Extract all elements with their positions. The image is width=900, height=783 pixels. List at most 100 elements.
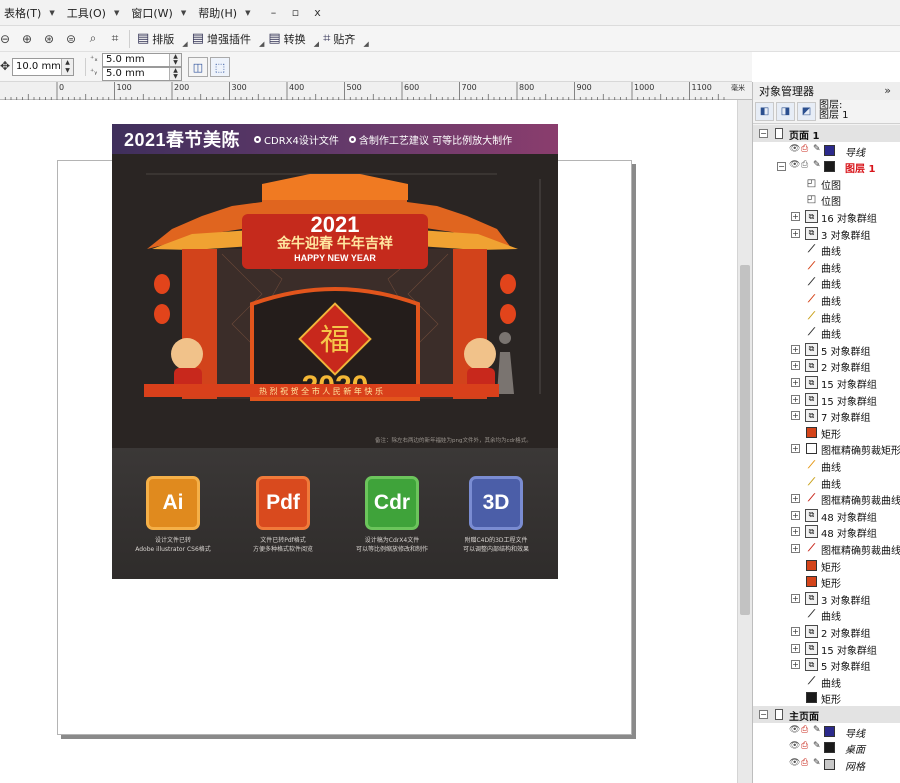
tree-row-group[interactable]: + ⧉ 2 对象群组: [753, 357, 900, 374]
draw-bounding-box-icon[interactable]: ⬚: [210, 57, 230, 77]
snap-button[interactable]: ⌗ 贴齐: [319, 28, 361, 50]
tree-row-layer[interactable]: 👁 ⎙ ✎ 桌面: [753, 739, 900, 756]
expand-icon[interactable]: +: [791, 627, 800, 636]
expand-icon[interactable]: +: [791, 544, 800, 553]
expand-icon[interactable]: +: [791, 344, 800, 354]
tree-row-bitmap[interactable]: ◰ 位图: [753, 175, 900, 192]
layer-color-swatch[interactable]: [824, 758, 835, 770]
expand-icon[interactable]: +: [791, 593, 800, 603]
pencil-icon[interactable]: ✎: [813, 725, 821, 735]
pencil-icon[interactable]: ✎: [813, 160, 821, 170]
zoom-page-icon[interactable]: ⌕: [82, 28, 104, 50]
treat-as-filled-icon[interactable]: ◫: [188, 57, 208, 77]
tree-row-layer-active[interactable]: − 👁 ⎙ ✎ 图层 1: [753, 158, 900, 175]
tree-row-page[interactable]: − 页面 1: [753, 125, 900, 142]
tree-row-curve[interactable]: ⟋ 曲线: [753, 258, 900, 275]
zoom-icon[interactable]: ⊖: [0, 28, 16, 50]
tree-row-curve[interactable]: ⟋ 曲线: [753, 308, 900, 325]
tree-row-layer[interactable]: 👁 ⎙ ✎ 网格: [753, 756, 900, 773]
nudge-distance-input[interactable]: 10.0 mm ▲ ▼: [12, 58, 74, 76]
expand-icon[interactable]: +: [791, 660, 800, 670]
eye-icon[interactable]: 👁: [789, 758, 800, 768]
expand-icon[interactable]: +: [791, 378, 800, 387]
collapse-icon[interactable]: −: [759, 710, 768, 719]
duplicate-x-input[interactable]: 5.0 mm ▲ ▼: [102, 53, 182, 67]
tree-row-curve[interactable]: ⟋ 曲线: [753, 324, 900, 341]
close-button[interactable]: x: [306, 0, 328, 26]
printer-icon[interactable]: ⎙: [801, 741, 808, 751]
printer-icon[interactable]: ⎙: [801, 725, 808, 735]
horizontal-ruler[interactable]: 0 100 200 300 400 500 600 700 800 900 1000 1100 毫米: [0, 82, 752, 100]
tree-row-curve[interactable]: ⟋ 曲线: [753, 606, 900, 623]
menu-window[interactable]: 窗口(W) ▼: [127, 0, 190, 26]
expand-icon[interactable]: +: [791, 361, 800, 371]
expand-icon[interactable]: +: [791, 228, 800, 238]
eye-icon[interactable]: 👁: [789, 160, 800, 170]
minimize-button[interactable]: –: [262, 0, 284, 26]
tree-row-powerclip-rect[interactable]: + 图框精确剪裁矩形: [753, 440, 900, 457]
spin-arrows-icon[interactable]: ▲ ▼: [61, 59, 73, 75]
zoom-all-icon[interactable]: ⊜: [60, 28, 82, 50]
tree-row-rect[interactable]: 矩形: [753, 689, 900, 706]
tree-row-rect[interactable]: 矩形: [753, 557, 900, 574]
expand-icon[interactable]: +: [791, 212, 800, 221]
tree-row-curve[interactable]: ⟋ 曲线: [753, 274, 900, 291]
layout-button[interactable]: ▤ 排版: [133, 28, 180, 50]
expand-icon[interactable]: »: [884, 84, 891, 97]
menu-help[interactable]: 帮助(H) ▼: [194, 0, 254, 26]
pencil-icon[interactable]: ✎: [813, 758, 821, 768]
expand-icon[interactable]: +: [791, 444, 800, 454]
pencil-icon[interactable]: ✎: [813, 144, 821, 154]
tree-row-group[interactable]: + ⧉ 16 对象群组: [753, 208, 900, 225]
tree-row-group[interactable]: + ⧉ 48 对象群组: [753, 507, 900, 524]
zoom-width-icon[interactable]: ⌗: [104, 28, 126, 50]
tree-row-curve[interactable]: ⟋ 曲线: [753, 291, 900, 308]
printer-icon[interactable]: ⎙: [801, 160, 808, 170]
restore-button[interactable]: ▫: [284, 0, 306, 26]
tree-row-group[interactable]: + ⧉ 48 对象群组: [753, 523, 900, 540]
eye-icon[interactable]: 👁: [789, 725, 800, 735]
tree-row-layer[interactable]: 👁 ⎙ ✎ 导线: [753, 723, 900, 740]
expand-icon[interactable]: +: [791, 394, 800, 404]
tree-row-group[interactable]: + ⧉ 15 对象群组: [753, 374, 900, 391]
zoom-selected-icon[interactable]: ⊛: [38, 28, 60, 50]
pencil-icon[interactable]: ✎: [813, 741, 821, 751]
tree-row-layer[interactable]: 👁 ⎙ ✎ 导线: [753, 142, 900, 159]
vertical-scrollbar[interactable]: [737, 100, 752, 783]
printer-icon[interactable]: ⎙: [801, 758, 808, 768]
tree-row-group[interactable]: + ⧉ 15 对象群组: [753, 391, 900, 408]
chevron-down-icon[interactable]: ◢: [363, 40, 368, 48]
layer-manager-icon[interactable]: ◩: [797, 102, 816, 121]
tree-row-rect[interactable]: 矩形: [753, 424, 900, 441]
tree-row-curve[interactable]: ⟋ 曲线: [753, 474, 900, 491]
scrollbar-thumb[interactable]: [740, 265, 750, 615]
menu-table[interactable]: 表格(T) ▼: [0, 0, 59, 26]
tree-row-curve[interactable]: ⟋ 曲线: [753, 673, 900, 690]
zoom-in-icon[interactable]: ⊕: [16, 28, 38, 50]
tree-row-group[interactable]: + ⧉ 7 对象群组: [753, 407, 900, 424]
tree-row-group[interactable]: + ⧉ 3 对象群组: [753, 590, 900, 607]
expand-icon[interactable]: +: [791, 510, 800, 520]
tree-row-powerclip-curve[interactable]: + ⟋ 图框精确剪裁曲线: [753, 490, 900, 507]
tree-row-group[interactable]: + ⧉ 3 对象群组: [753, 225, 900, 242]
expand-icon[interactable]: +: [791, 527, 800, 537]
tree-row-group[interactable]: + ⧉ 15 对象群组: [753, 640, 900, 657]
edit-across-layers-icon[interactable]: ◨: [776, 102, 795, 121]
eye-icon[interactable]: 👁: [789, 144, 800, 154]
tree-row-group[interactable]: + ⧉ 5 对象群组: [753, 656, 900, 673]
expand-icon[interactable]: +: [791, 411, 800, 421]
spin-arrows-icon[interactable]: ▲ ▼: [169, 68, 181, 80]
convert-button[interactable]: ▤ 转换: [264, 28, 311, 50]
design-artwork[interactable]: 2021春节美陈 CDRX4设计文件 含制作工艺建议 可等比例放大制作 2021…: [112, 124, 558, 579]
tree-row-bitmap[interactable]: ◰ 位图: [753, 191, 900, 208]
spin-arrows-icon[interactable]: ▲ ▼: [169, 54, 181, 66]
plugin-button[interactable]: ▤ 增强插件: [188, 28, 257, 50]
tree-row-curve[interactable]: ⟋ 曲线: [753, 457, 900, 474]
eye-icon[interactable]: 👁: [789, 741, 800, 751]
expand-icon[interactable]: +: [791, 494, 800, 504]
object-tree[interactable]: − 页面 1 👁 ⎙ ✎ 导线 − 👁 ⎙ ✎ 图层 1 ◰ 位图 ◰ 位图 + ⧉ 16 对象群组 + ⧉ 3 对象群…: [753, 125, 900, 783]
printer-icon[interactable]: ⎙: [801, 144, 808, 154]
expand-icon[interactable]: +: [791, 643, 800, 653]
tree-row-group[interactable]: + ⧉ 2 对象群组: [753, 623, 900, 640]
tree-row-powerclip-curve[interactable]: + ⟋ 图框精确剪裁曲线: [753, 540, 900, 557]
